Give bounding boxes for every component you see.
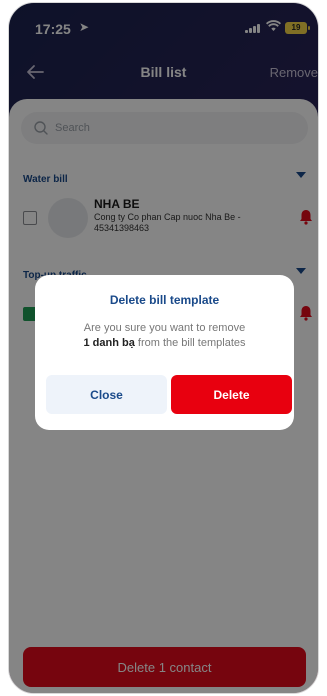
dialog-title: Delete bill template	[109, 293, 220, 307]
dialog-message-suffix: from the bill templates	[137, 337, 246, 349]
delete-confirm-dialog: Delete bill template Are you sure you wa…	[35, 275, 294, 430]
delete-button[interactable]: Delete	[171, 375, 292, 414]
dialog-message-prefix: Are you sure you want to remove	[83, 322, 246, 334]
dialog-message-count: 1 danh bạ	[83, 337, 135, 349]
dialog-message: Are you sure you want to remove 1 danh b…	[49, 321, 280, 351]
close-button[interactable]: Close	[46, 375, 167, 414]
phone-screen: 17:25 ➤ 19 Bill list Remove Water bill	[8, 2, 319, 694]
